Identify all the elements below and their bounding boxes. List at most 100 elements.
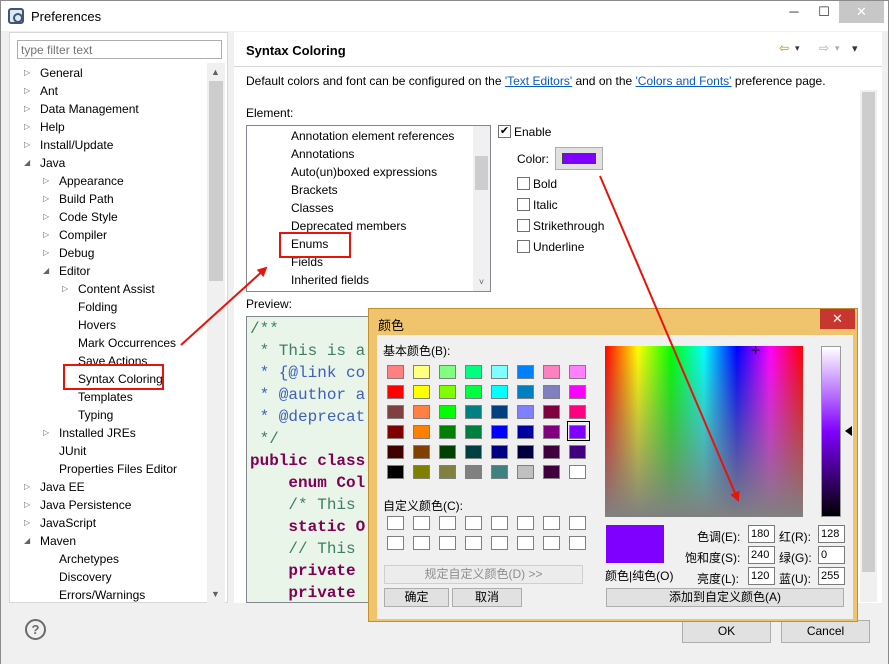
basic-color-swatch[interactable] (413, 465, 430, 479)
add-to-custom-colors-button[interactable]: 添加到自定义颜色(A) (606, 588, 844, 607)
tree-scrollbar-thumb[interactable] (209, 81, 223, 281)
basic-color-swatch[interactable] (439, 425, 456, 439)
back-menu-chevron-icon[interactable]: ▾ (795, 43, 800, 54)
custom-color-swatch[interactable] (569, 516, 586, 530)
tree-item[interactable]: Compiler (59, 226, 107, 244)
forward-arrow-icon[interactable]: ⇨ (819, 41, 829, 55)
basic-color-swatch[interactable] (543, 465, 560, 479)
basic-color-swatch[interactable] (465, 465, 482, 479)
bold-checkbox[interactable] (517, 177, 530, 190)
basic-color-swatch[interactable] (517, 405, 534, 419)
tree-twisty-icon[interactable]: ▷ (24, 100, 33, 118)
basic-color-swatch[interactable] (517, 445, 534, 459)
tree-item[interactable]: Install/Update (40, 136, 113, 154)
tree-twisty-icon[interactable]: ◢ (24, 532, 33, 550)
close-window-button[interactable]: ✕ (839, 1, 884, 23)
tree-item[interactable]: Content Assist (78, 280, 155, 298)
basic-color-swatch[interactable] (491, 405, 508, 419)
dialog-cancel-button[interactable]: 取消 (452, 588, 522, 607)
element-list-scroll-down-icon[interactable]: ˅ (473, 274, 490, 291)
forward-menu-chevron-icon[interactable]: ▾ (835, 43, 840, 54)
ok-button[interactable]: OK (682, 620, 771, 643)
basic-color-swatch[interactable] (387, 465, 404, 479)
italic-checkbox[interactable] (517, 198, 530, 211)
tree-item[interactable]: Archetypes (59, 550, 119, 568)
define-custom-colors-button[interactable]: 规定自定义颜色(D) >> (384, 565, 583, 584)
tree-twisty-icon[interactable]: ▷ (24, 478, 33, 496)
tree-item[interactable]: Installed JREs (59, 424, 136, 442)
basic-color-swatch[interactable] (387, 405, 404, 419)
tree-twisty-icon[interactable]: ▷ (62, 280, 71, 298)
custom-color-swatch[interactable] (543, 536, 560, 550)
basic-color-swatch[interactable] (465, 405, 482, 419)
basic-color-swatch[interactable] (439, 465, 456, 479)
basic-color-swatch[interactable] (491, 445, 508, 459)
basic-color-swatch[interactable] (465, 365, 482, 379)
tree-item[interactable]: Typing (78, 406, 113, 424)
custom-color-swatch[interactable] (413, 536, 430, 550)
red-field[interactable]: 128 (818, 525, 845, 543)
tree-item[interactable]: Java (40, 154, 65, 172)
tree-twisty-icon[interactable]: ▷ (43, 208, 52, 226)
custom-color-swatch[interactable] (491, 516, 508, 530)
view-menu-icon[interactable]: ▾ (852, 42, 858, 55)
dialog-ok-button[interactable]: 确定 (384, 588, 449, 607)
colors-and-fonts-link[interactable]: 'Colors and Fonts' (636, 74, 732, 88)
strikethrough-checkbox[interactable] (517, 219, 530, 232)
tree-twisty-icon[interactable]: ▷ (24, 118, 33, 136)
tree-twisty-icon[interactable]: ▷ (43, 190, 52, 208)
tree-twisty-icon[interactable]: ▷ (24, 514, 33, 532)
basic-color-swatch[interactable] (439, 405, 456, 419)
luminance-pointer-icon[interactable] (845, 426, 852, 436)
basic-color-swatch[interactable] (491, 425, 508, 439)
green-field[interactable]: 0 (818, 546, 845, 564)
tree-item[interactable]: JUnit (59, 442, 86, 460)
basic-color-swatch[interactable] (569, 465, 586, 479)
basic-color-swatch[interactable] (569, 405, 586, 419)
maximize-button[interactable]: ☐ (809, 1, 839, 23)
tree-scroll-up-icon[interactable]: ▲ (207, 64, 224, 81)
custom-color-swatch[interactable] (491, 536, 508, 550)
custom-color-swatch[interactable] (465, 516, 482, 530)
element-list-scrollbar[interactable] (473, 126, 490, 291)
basic-color-swatch[interactable] (517, 385, 534, 399)
basic-color-swatch[interactable] (413, 365, 430, 379)
tree-item[interactable]: General (40, 64, 83, 82)
basic-color-swatch[interactable] (387, 385, 404, 399)
tree-item[interactable]: Java EE (40, 478, 85, 496)
tree-item[interactable]: Debug (59, 244, 94, 262)
tree-item[interactable]: Appearance (59, 172, 124, 190)
help-icon[interactable]: ? (25, 619, 46, 640)
tree-twisty-icon[interactable]: ▷ (24, 82, 33, 100)
basic-color-swatch[interactable] (413, 425, 430, 439)
element-list[interactable]: Annotation element references Annotations… (246, 125, 491, 292)
underline-checkbox[interactable] (517, 240, 530, 253)
element-list-item[interactable]: Annotation element references (291, 127, 454, 145)
basic-color-swatch[interactable] (465, 425, 482, 439)
tree-item[interactable]: Discovery (59, 568, 112, 586)
basic-color-swatch[interactable] (387, 425, 404, 439)
luminance-slider[interactable] (821, 346, 841, 517)
basic-color-swatch[interactable] (517, 365, 534, 379)
tree-twisty-icon[interactable]: ▷ (24, 64, 33, 82)
tree-item[interactable]: Help (40, 118, 65, 136)
custom-color-swatch[interactable] (517, 516, 534, 530)
custom-color-swatch[interactable] (569, 536, 586, 550)
custom-color-swatch[interactable] (387, 516, 404, 530)
custom-color-swatch[interactable] (439, 536, 456, 550)
tree-item[interactable]: Editor (59, 262, 90, 280)
tree-scroll-down-icon[interactable]: ▼ (207, 586, 224, 603)
tree-item[interactable]: Templates (78, 388, 133, 406)
element-list-item[interactable]: Inherited fields (291, 271, 369, 289)
blue-field[interactable]: 255 (818, 567, 845, 585)
basic-color-swatch[interactable] (569, 445, 586, 459)
custom-color-swatch[interactable] (543, 516, 560, 530)
tree-item[interactable]: Properties Files Editor (59, 460, 177, 478)
custom-color-swatch[interactable] (517, 536, 534, 550)
basic-color-swatch[interactable] (569, 385, 586, 399)
tree-item[interactable]: Errors/Warnings (59, 586, 145, 603)
tree-item[interactable]: JavaScript (40, 514, 96, 532)
color-picker-button[interactable] (555, 147, 603, 170)
tree-twisty-icon[interactable]: ◢ (24, 154, 33, 172)
tree-twisty-icon[interactable]: ◢ (43, 262, 52, 280)
